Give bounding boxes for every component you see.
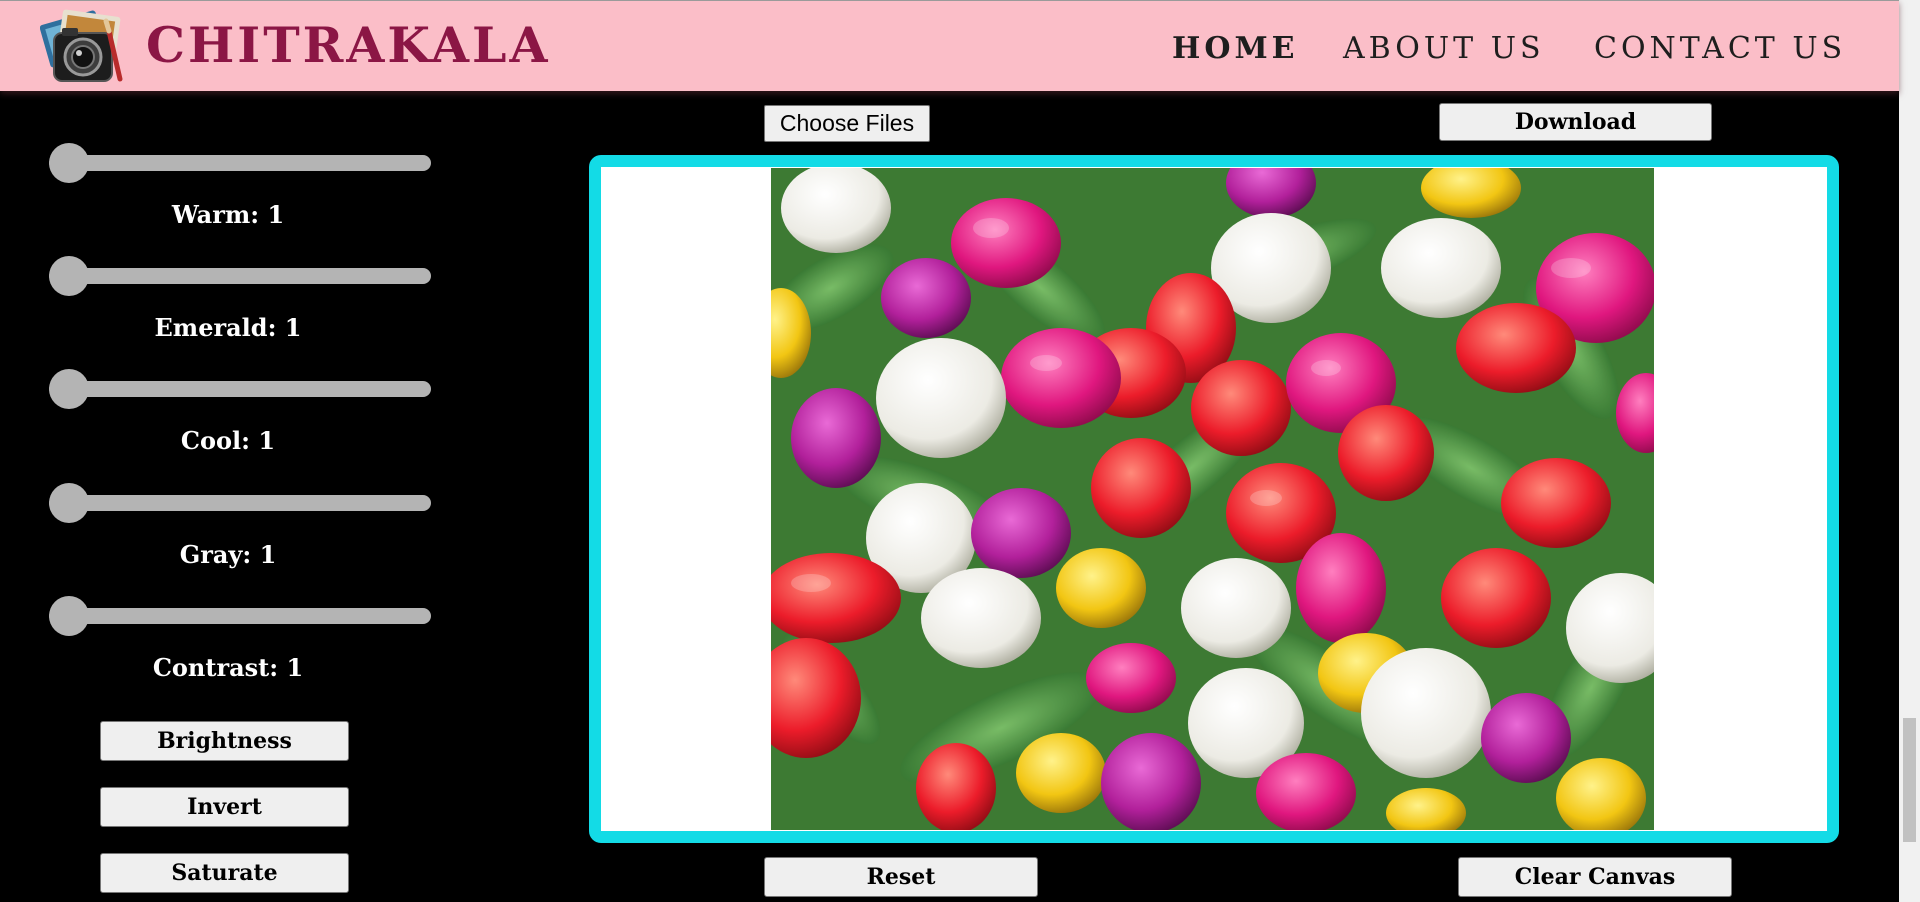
page-scrollbar[interactable]: [1899, 0, 1920, 902]
nav-home-link[interactable]: HOME: [1172, 31, 1299, 67]
saturate-button[interactable]: Saturate: [100, 853, 349, 893]
clear-canvas-button[interactable]: Clear Canvas: [1458, 857, 1732, 897]
choose-files-input[interactable]: Choose Files: [764, 105, 930, 142]
slider-thumb[interactable]: [49, 596, 89, 636]
gray-label: Gray: 1: [179, 540, 277, 569]
site-header: CHITRAKALA HOME ABOUT US CONTACT US: [0, 0, 1899, 91]
slider-track[interactable]: [49, 381, 431, 397]
emerald-label: Emerald: 1: [154, 313, 302, 342]
slider-thumb[interactable]: [49, 143, 89, 183]
slider-thumb[interactable]: [49, 256, 89, 296]
download-button[interactable]: Download: [1439, 103, 1712, 141]
slider-track[interactable]: [49, 155, 431, 171]
warm-label: Warm: 1: [171, 200, 285, 229]
contrast-label: Contrast: 1: [152, 653, 304, 682]
scrollbar-thumb[interactable]: [1903, 718, 1916, 842]
nav-contact-link[interactable]: CONTACT US: [1594, 31, 1846, 67]
brightness-button[interactable]: Brightness: [100, 721, 349, 761]
cool-label: Cool: 1: [180, 426, 276, 455]
slider-track[interactable]: [49, 268, 431, 284]
gray-slider[interactable]: [49, 483, 431, 523]
cool-slider[interactable]: [49, 369, 431, 409]
camera-photos-logo-icon[interactable]: [40, 7, 126, 87]
invert-button[interactable]: Invert: [100, 787, 349, 827]
warm-slider[interactable]: [49, 143, 431, 183]
brand-title: CHITRAKALA: [146, 16, 551, 74]
nav-about-link[interactable]: ABOUT US: [1343, 31, 1545, 67]
slider-track[interactable]: [49, 608, 431, 624]
contrast-slider[interactable]: [49, 596, 431, 636]
reset-button[interactable]: Reset: [764, 857, 1038, 897]
slider-thumb[interactable]: [49, 483, 89, 523]
slider-thumb[interactable]: [49, 369, 89, 409]
tulips-image: [771, 168, 1654, 830]
emerald-slider[interactable]: [49, 256, 431, 296]
slider-track[interactable]: [49, 495, 431, 511]
tulips-photo: [771, 168, 1654, 830]
